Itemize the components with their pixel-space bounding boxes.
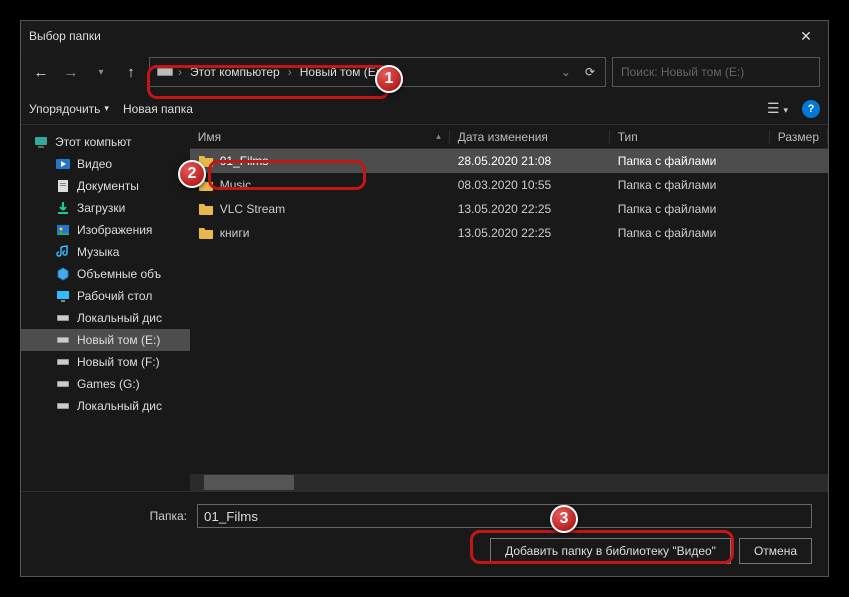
video-icon (55, 156, 71, 172)
sidebar-item-label: Рабочий стол (77, 289, 152, 303)
cell-name: книги (190, 226, 450, 240)
nav-row: ← → ▾ ↑ › Этот компьютер › Новый том (E:… (21, 51, 828, 93)
cell-type: Папка с файлами (610, 178, 770, 192)
file-list[interactable]: 01_Films28.05.2020 21:08Папка с файламиM… (190, 149, 828, 474)
dialog-body: Этот компьют Видео Документы Загрузки Изобра… (21, 125, 828, 491)
music-icon (55, 244, 71, 260)
refresh-icon[interactable]: ⟳ (581, 65, 599, 79)
sidebar-item-label: Музыка (77, 245, 119, 259)
cell-name: 01_Films (190, 154, 450, 168)
cell-date: 28.05.2020 21:08 (450, 154, 610, 168)
cell-name: Music (190, 178, 450, 192)
cell-type: Папка с файлами (610, 154, 770, 168)
folder-picker-dialog: Выбор папки ✕ ← → ▾ ↑ › Этот компьютер ›… (20, 20, 829, 577)
back-button[interactable]: ← (29, 60, 53, 84)
close-icon[interactable]: ✕ (792, 28, 820, 45)
chevron-down-icon[interactable]: ⌄ (555, 65, 577, 79)
sidebar-item-label: Видео (77, 157, 112, 171)
sidebar-item-label: Загрузки (77, 201, 125, 215)
breadcrumb-drive[interactable]: Новый том (E:) (296, 63, 387, 81)
disk-icon (55, 354, 71, 370)
table-row[interactable]: Music08.03.2020 10:55Папка с файлами (190, 173, 828, 197)
cube-icon (55, 266, 71, 282)
sidebar-item[interactable]: Объемные объ (21, 263, 190, 285)
sidebar-item-label: Этот компьют (55, 135, 132, 149)
up-button[interactable]: ↑ (119, 60, 143, 84)
badge-1: 1 (375, 65, 403, 93)
titlebar: Выбор папки ✕ (21, 21, 828, 51)
cell-date: 08.03.2020 10:55 (450, 178, 610, 192)
sidebar-item[interactable]: Локальный дис (21, 307, 190, 329)
table-row[interactable]: 01_Films28.05.2020 21:08Папка с файлами (190, 149, 828, 173)
col-name[interactable]: Имя ▴ (190, 130, 450, 144)
sidebar-item-label: Локальный дис (77, 311, 162, 325)
cancel-button[interactable]: Отмена (739, 538, 812, 564)
sidebar-item[interactable]: Этот компьют (21, 131, 190, 153)
organize-button[interactable]: Упорядочить ▾ (29, 102, 109, 116)
search-placeholder: Поиск: Новый том (E:) (621, 65, 744, 79)
desk-icon (55, 288, 71, 304)
disk-icon (55, 398, 71, 414)
sidebar-item-label: Новый том (F:) (77, 355, 160, 369)
history-dropdown[interactable]: ▾ (89, 60, 113, 84)
badge-3: 3 (550, 505, 578, 533)
horizontal-scrollbar[interactable] (190, 474, 828, 491)
table-row[interactable]: VLC Stream13.05.2020 22:25Папка с файлам… (190, 197, 828, 221)
sidebar-item[interactable]: Музыка (21, 241, 190, 263)
folder-name-input[interactable] (197, 504, 812, 528)
cell-type: Папка с файлами (610, 202, 770, 216)
table-row[interactable]: книги13.05.2020 22:25Папка с файлами (190, 221, 828, 245)
sidebar-item-label: Объемные объ (77, 267, 161, 281)
sidebar-item-label: Документы (77, 179, 139, 193)
sidebar-item[interactable]: Изображения (21, 219, 190, 241)
view-mode-button[interactable]: ☰ ▾ (767, 100, 788, 117)
sidebar-item-label: Изображения (77, 223, 152, 237)
pic-icon (55, 222, 71, 238)
pc-icon (33, 134, 49, 150)
file-area: Имя ▴ Дата изменения Тип Размер 01_Films… (190, 125, 828, 491)
add-folder-button[interactable]: Добавить папку в библиотеку "Видео" (490, 538, 731, 564)
forward-button[interactable]: → (59, 60, 83, 84)
sidebar-item[interactable]: Games (G:) (21, 373, 190, 395)
chevron-right-icon: › (288, 65, 292, 79)
sidebar-item-label: Games (G:) (77, 377, 140, 391)
disk-icon (55, 332, 71, 348)
folder-label: Папка: (37, 509, 187, 523)
down-icon (55, 200, 71, 216)
disk-icon (55, 376, 71, 392)
folder-icon (198, 226, 214, 240)
disk-icon (55, 310, 71, 326)
cell-type: Папка с файлами (610, 226, 770, 240)
column-headers: Имя ▴ Дата изменения Тип Размер (190, 125, 828, 149)
folder-icon (198, 202, 214, 216)
toolbar: Упорядочить ▾ Новая папка ☰ ▾ ? (21, 93, 828, 125)
sidebar-item-label: Локальный дис (77, 399, 162, 413)
cell-date: 13.05.2020 22:25 (450, 226, 610, 240)
col-date[interactable]: Дата изменения (450, 130, 610, 144)
sidebar-item[interactable]: Новый том (F:) (21, 351, 190, 373)
col-type[interactable]: Тип (610, 130, 770, 144)
help-icon[interactable]: ? (802, 100, 820, 118)
sidebar-item[interactable]: Видео (21, 153, 190, 175)
sidebar-item-label: Новый том (E:) (77, 333, 160, 347)
sidebar-item[interactable]: Локальный дис (21, 395, 190, 417)
breadcrumb-pc[interactable]: Этот компьютер (186, 63, 284, 81)
disk-icon (156, 65, 174, 79)
chevron-right-icon: › (178, 65, 182, 79)
sidebar-item[interactable]: Рабочий стол (21, 285, 190, 307)
search-input[interactable]: Поиск: Новый том (E:) (612, 57, 820, 87)
badge-2: 2 (178, 160, 206, 188)
col-size[interactable]: Размер (770, 130, 828, 144)
sidebar-item[interactable]: Новый том (E:) (21, 329, 190, 351)
footer: Папка: Добавить папку в библиотеку "Виде… (21, 491, 828, 576)
sort-asc-icon: ▴ (436, 131, 441, 142)
sidebar-item[interactable]: Документы (21, 175, 190, 197)
doc-icon (55, 178, 71, 194)
new-folder-button[interactable]: Новая папка (123, 102, 193, 116)
dialog-title: Выбор папки (29, 29, 792, 43)
cell-name: VLC Stream (190, 202, 450, 216)
sidebar[interactable]: Этот компьют Видео Документы Загрузки Изобра… (21, 125, 190, 491)
cell-date: 13.05.2020 22:25 (450, 202, 610, 216)
sidebar-item[interactable]: Загрузки (21, 197, 190, 219)
